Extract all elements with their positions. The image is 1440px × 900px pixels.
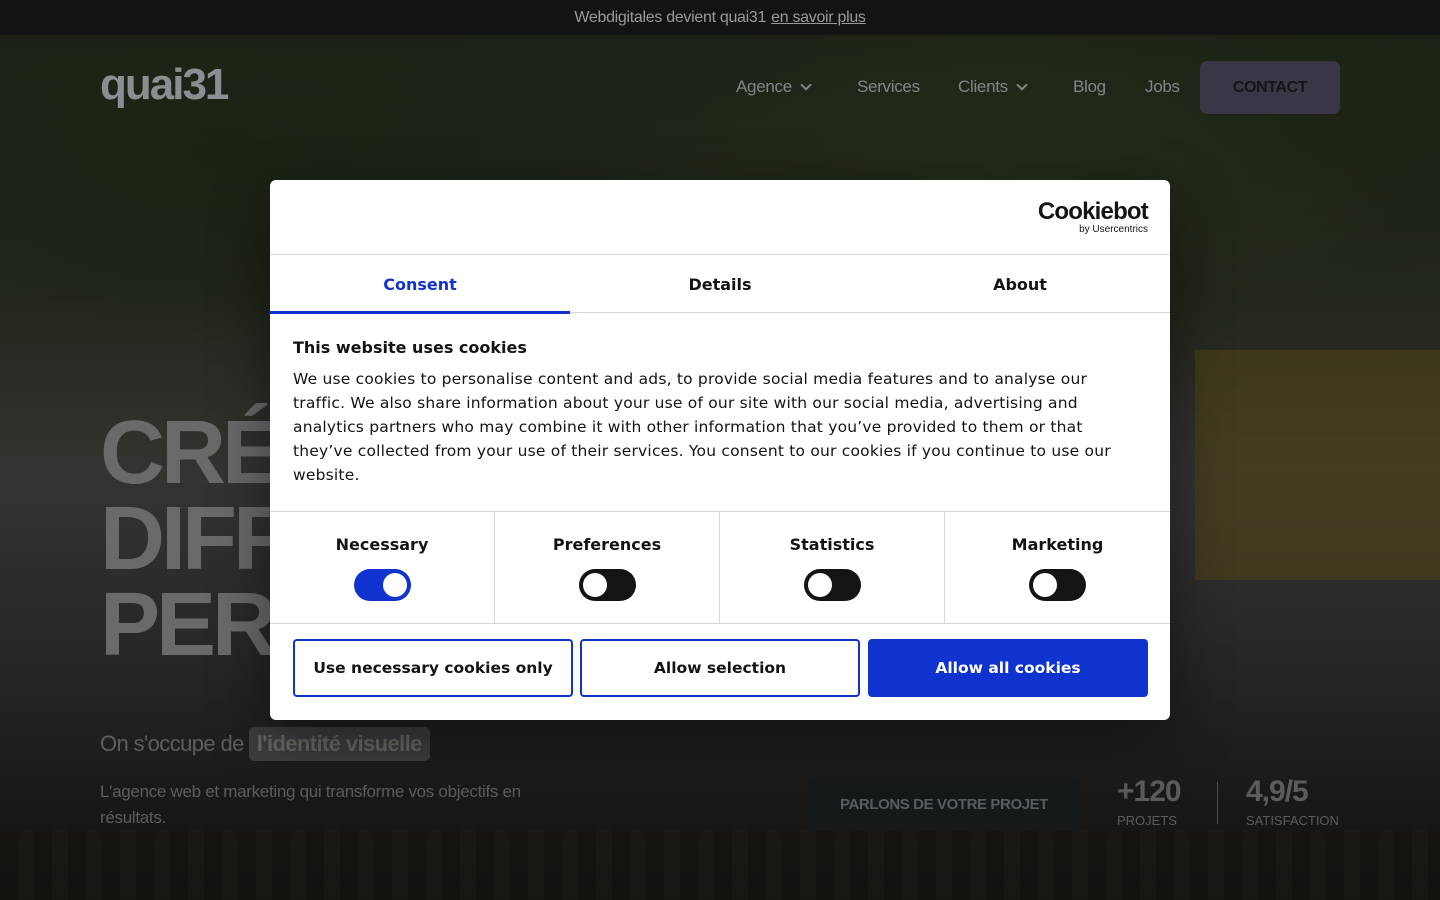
nav-label: Blog <box>1073 77 1106 96</box>
dialog-header: Cookiebot by Usercentrics <box>270 180 1170 255</box>
stat-value: +120 <box>1117 775 1182 808</box>
toggle-knob <box>382 573 407 597</box>
nav-clients[interactable]: Clients <box>958 74 1028 100</box>
stat-satisfaction: 4,9/5 SATISFACTION <box>1246 775 1339 828</box>
nav-label: Services <box>857 77 920 96</box>
subline-prefix: On s'occupe de <box>100 731 244 756</box>
category-marketing: Marketing <box>945 512 1170 624</box>
contact-button[interactable]: CONTACT <box>1200 61 1340 114</box>
tab-consent[interactable]: Consent <box>270 255 570 314</box>
cookiebot-byline: by Usercentrics <box>1079 224 1148 235</box>
announcement-text: Webdigitales devient quai31 <box>574 8 767 26</box>
toggle-knob <box>582 573 607 597</box>
hero-headline: CRÉ DIFF PER <box>100 403 288 675</box>
headline-line: DIFF <box>100 489 288 589</box>
stat-value: 4,9/5 <box>1246 775 1309 808</box>
category-necessary: Necessary <box>270 512 495 624</box>
hero-tagline: L'agence web et marketing qui transforme… <box>100 782 521 827</box>
announcement-link[interactable]: en savoir plus <box>771 9 866 27</box>
toggle-knob <box>1033 573 1057 597</box>
stat-divider <box>1217 782 1218 824</box>
dialog-body-text: We use cookies to personalise content an… <box>293 370 1111 484</box>
nav-label: Clients <box>958 77 1008 96</box>
allow-all-button[interactable]: Allow all cookies <box>868 639 1148 697</box>
nav-label: Agence <box>736 77 792 96</box>
dialog-tabs: Consent Details About <box>270 255 1170 314</box>
stat-projects: +120 PROJETS <box>1117 775 1182 828</box>
preferences-toggle[interactable] <box>578 569 636 601</box>
necessary-toggle[interactable] <box>353 569 411 601</box>
announcement-bar: Webdigitales devient quai31 en savoir pl… <box>0 0 1440 35</box>
category-label: Necessary <box>335 535 429 554</box>
dialog-title: This website uses cookies <box>293 338 527 357</box>
tab-about[interactable]: About <box>870 255 1170 313</box>
nav-agence[interactable]: Agence <box>736 74 812 100</box>
subline-highlight: l'identité visuelle <box>248 727 430 761</box>
hero-subline: On s'occupe de l'identité visuelle <box>100 725 430 763</box>
necessary-only-button[interactable]: Use necessary cookies only <box>293 639 573 697</box>
cookiebot-brand: Cookiebot <box>1037 198 1149 225</box>
nav-services[interactable]: Services <box>857 74 920 100</box>
headline-line: CRÉ <box>100 403 282 503</box>
tab-details[interactable]: Details <box>570 255 870 313</box>
category-label: Marketing <box>1011 535 1104 554</box>
nav-label: Jobs <box>1145 77 1180 96</box>
chevron-down-icon <box>800 78 812 91</box>
stat-label: PROJETS <box>1117 813 1177 828</box>
toggle-knob <box>807 573 832 597</box>
cookie-consent-dialog: Cookiebot by Usercentrics Consent Detail… <box>270 180 1170 720</box>
allow-selection-button[interactable]: Allow selection <box>580 639 860 697</box>
category-label: Preferences <box>552 535 662 554</box>
site-logo[interactable]: quai31 <box>100 63 240 107</box>
cookiebot-logo: Cookiebot by Usercentrics <box>1037 198 1149 236</box>
nav-jobs[interactable]: Jobs <box>1145 74 1180 100</box>
nav-blog[interactable]: Blog <box>1073 74 1106 100</box>
chevron-down-icon <box>1016 78 1028 91</box>
stat-label: SATISFACTION <box>1246 813 1339 828</box>
category-label: Statistics <box>789 535 875 554</box>
statistics-toggle[interactable] <box>803 569 861 601</box>
cookie-categories: Necessary Preferences Statistics Marketi… <box>270 511 1170 624</box>
category-preferences: Preferences <box>495 512 720 624</box>
category-statistics: Statistics <box>720 512 945 624</box>
project-cta-button[interactable]: PARLONS DE VOTRE PROJET <box>808 777 1080 831</box>
headline-line: PER <box>100 575 277 675</box>
marketing-toggle[interactable] <box>1029 569 1086 601</box>
